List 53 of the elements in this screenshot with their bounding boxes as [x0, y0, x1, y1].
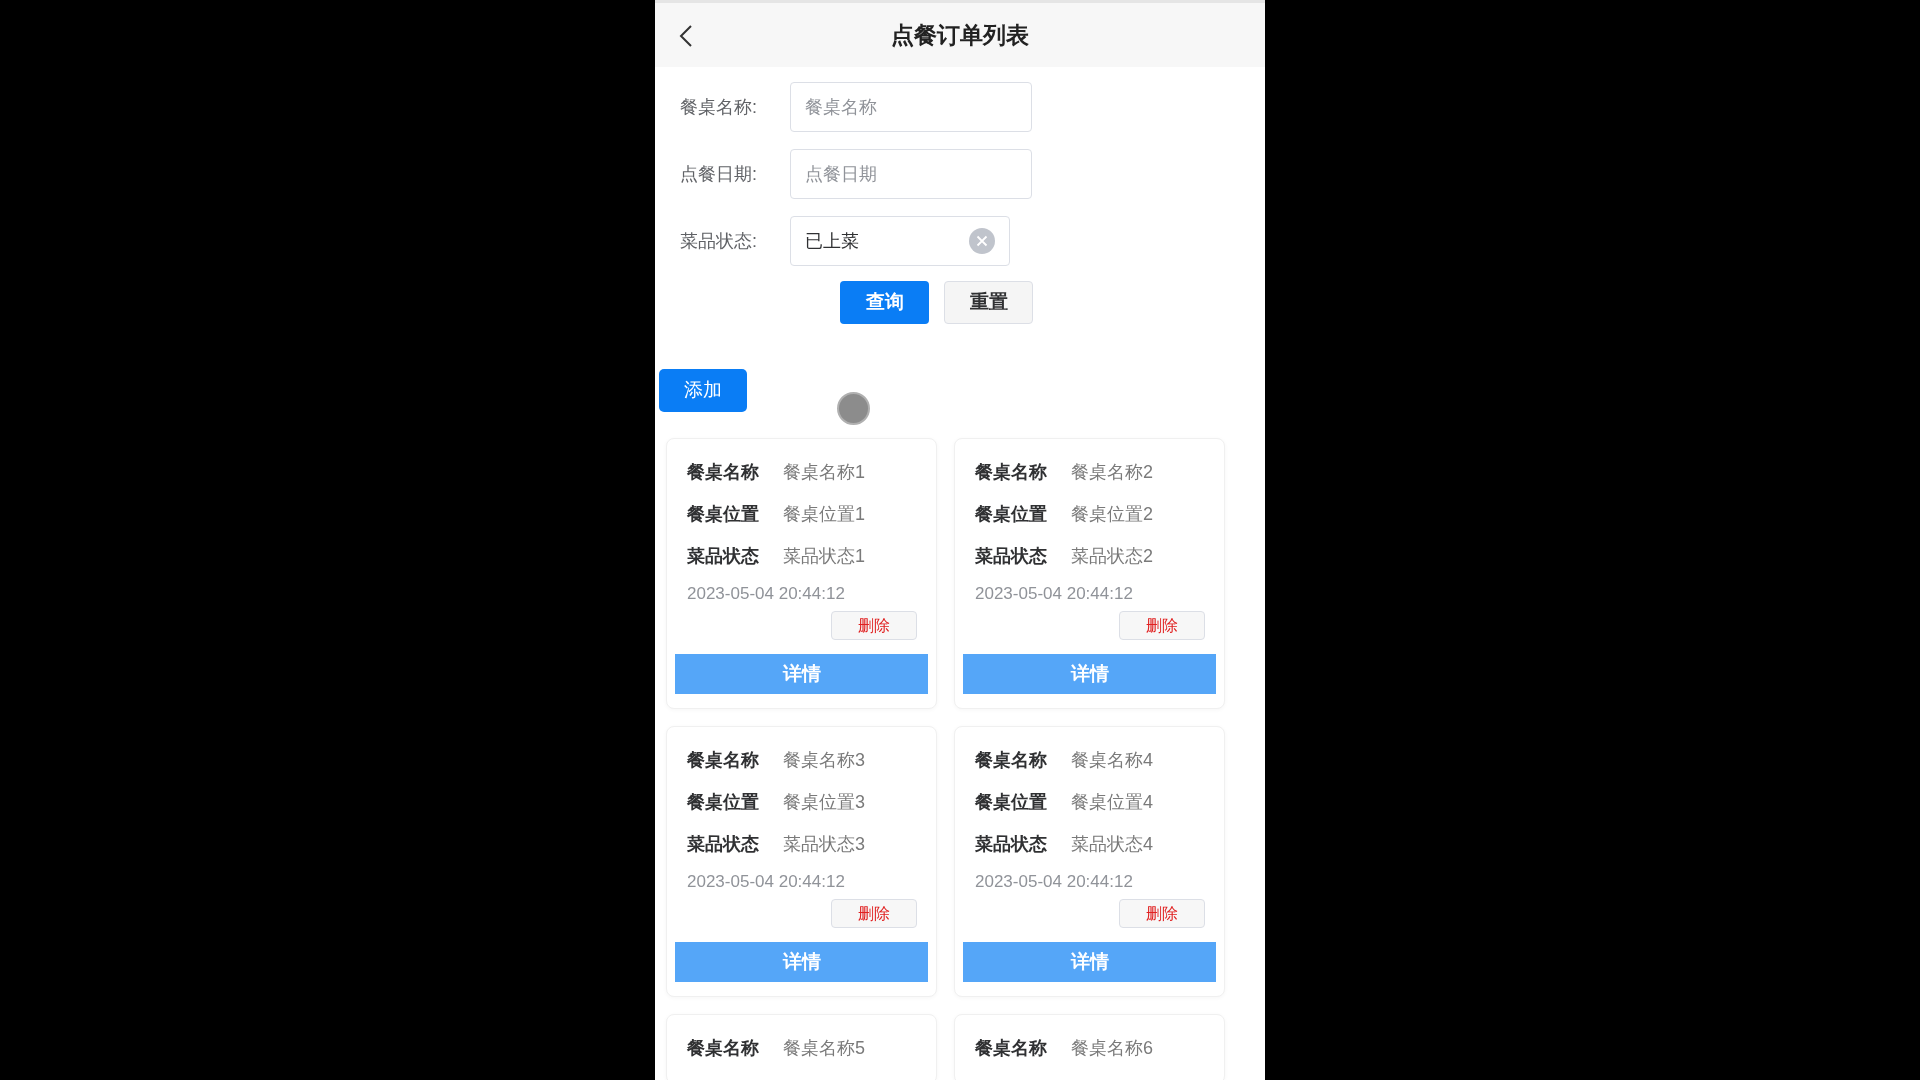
- input-field[interactable]: 餐桌名称: [790, 82, 1032, 132]
- select-value: 已上菜: [805, 229, 859, 253]
- field-label: 餐桌位置: [687, 790, 760, 814]
- field-value: 餐桌名称5: [783, 1036, 865, 1060]
- order-date: 2023-05-04 20:44:12: [687, 871, 845, 894]
- field-label: 餐桌名称: [975, 1036, 1048, 1060]
- field-value: 菜品状态2: [1071, 544, 1153, 568]
- field-value: 菜品状态3: [783, 832, 865, 856]
- field-label: 餐桌名称: [687, 1036, 760, 1060]
- detail-button[interactable]: 详情: [963, 654, 1216, 694]
- field-label: 餐桌名称: [687, 748, 760, 772]
- delete-button[interactable]: 删除: [831, 899, 917, 928]
- field-value: 餐桌名称3: [783, 748, 865, 772]
- field-value: 餐桌名称1: [783, 460, 865, 484]
- search-button[interactable]: 查询: [840, 281, 929, 324]
- order-date: 2023-05-04 20:44:12: [975, 583, 1133, 606]
- delete-button[interactable]: 删除: [1119, 899, 1205, 928]
- field-value: 餐桌名称6: [1071, 1036, 1153, 1060]
- back-icon[interactable]: [679, 24, 693, 48]
- order-date: 2023-05-04 20:44:12: [687, 583, 845, 606]
- field-value: 餐桌位置2: [1071, 502, 1153, 526]
- field-value: 餐桌位置4: [1071, 790, 1153, 814]
- field-label: 菜品状态: [975, 832, 1048, 856]
- field-label: 餐桌位置: [687, 502, 760, 526]
- field-label: 餐桌位置: [975, 790, 1048, 814]
- detail-button[interactable]: 详情: [675, 942, 928, 982]
- field-label: 菜品状态: [687, 544, 760, 568]
- field-value: 餐桌位置3: [783, 790, 865, 814]
- field-value: 菜品状态4: [1071, 832, 1153, 856]
- field-label: 餐桌名称:: [680, 95, 758, 119]
- field-label: 餐桌名称: [975, 460, 1048, 484]
- page-title: 点餐订单列表: [891, 20, 1029, 50]
- field-label: 餐桌位置: [975, 502, 1048, 526]
- order-date: 2023-05-04 20:44:12: [975, 871, 1133, 894]
- field-value: 餐桌名称4: [1071, 748, 1153, 772]
- field-value: 菜品状态1: [783, 544, 865, 568]
- field-label: 餐桌名称: [687, 460, 760, 484]
- detail-button[interactable]: 详情: [675, 654, 928, 694]
- field-value: 餐桌名称2: [1071, 460, 1153, 484]
- delete-button[interactable]: 删除: [831, 611, 917, 640]
- delete-button[interactable]: 删除: [1119, 611, 1205, 640]
- detail-button[interactable]: 详情: [963, 942, 1216, 982]
- field-label: 菜品状态: [687, 832, 760, 856]
- field-label: 菜品状态:: [680, 229, 758, 253]
- reset-button[interactable]: 重置: [944, 281, 1033, 324]
- field-label: 餐桌名称: [975, 748, 1048, 772]
- status-select[interactable]: 已上菜: [790, 216, 1010, 266]
- field-value: 餐桌位置1: [783, 502, 865, 526]
- field-label: 点餐日期:: [680, 162, 758, 186]
- add-button[interactable]: 添加: [659, 369, 747, 412]
- field-label: 菜品状态: [975, 544, 1048, 568]
- input-field[interactable]: 点餐日期: [790, 149, 1032, 199]
- touch-pointer-icon: [837, 392, 870, 425]
